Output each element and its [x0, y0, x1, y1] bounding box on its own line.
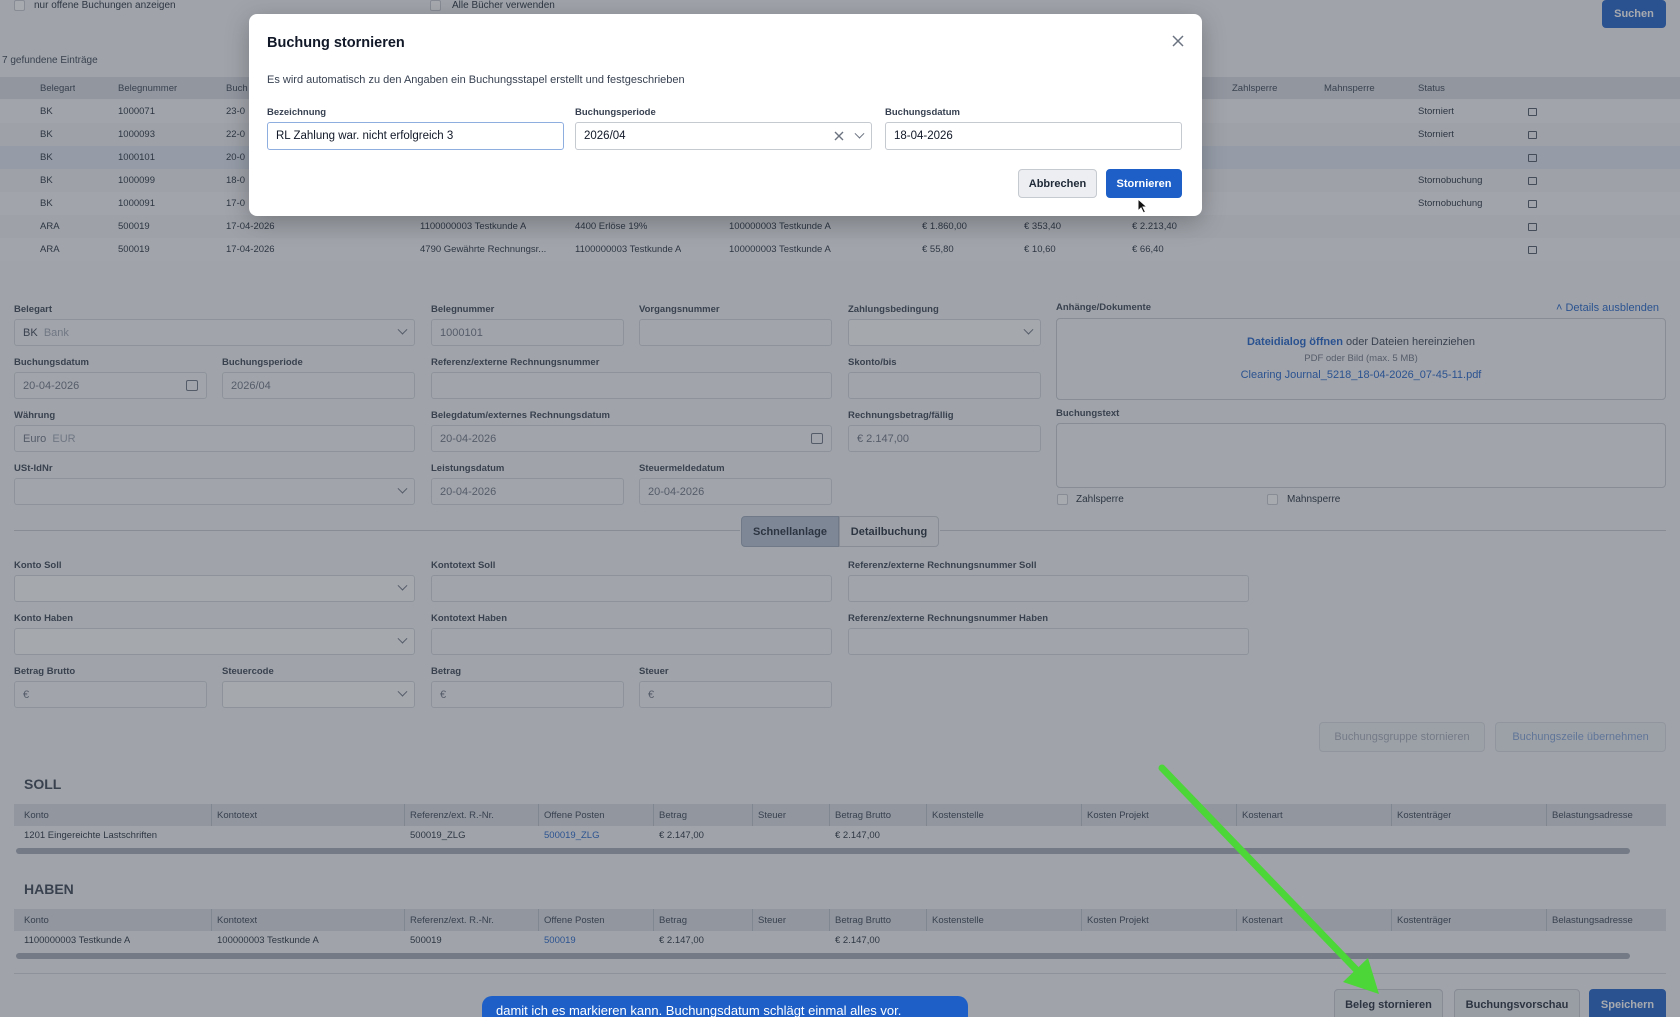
- close-icon[interactable]: [1171, 34, 1185, 48]
- confirm-storno-button[interactable]: Stornieren: [1106, 169, 1182, 198]
- video-caption: damit ich es markieren kann. Buchungsdat…: [482, 996, 968, 1017]
- datum-input[interactable]: 18-04-2026: [885, 122, 1182, 150]
- clear-icon[interactable]: [834, 131, 844, 141]
- storno-dialog: Buchung stornieren Es wird automatisch z…: [249, 14, 1202, 216]
- datum-label: Buchungsdatum: [885, 107, 960, 118]
- chevron-down-icon[interactable]: [854, 128, 865, 139]
- dialog-description: Es wird automatisch zu den Angaben ein B…: [267, 74, 685, 86]
- mouse-cursor-icon: [1137, 198, 1149, 214]
- dialog-title: Buchung stornieren: [267, 35, 405, 51]
- bezeichnung-input[interactable]: RL Zahlung war. nicht erfolgreich 3: [267, 122, 564, 150]
- periode-label: Buchungsperiode: [575, 107, 656, 118]
- periode-value: 2026/04: [584, 130, 626, 142]
- datum-value: 18-04-2026: [894, 130, 953, 142]
- periode-select[interactable]: 2026/04: [575, 122, 872, 150]
- bezeichnung-value: RL Zahlung war. nicht erfolgreich 3: [276, 130, 454, 142]
- bezeichnung-label: Bezeichnung: [267, 107, 327, 118]
- annotation-arrow-icon: [1158, 764, 1379, 994]
- cancel-button[interactable]: Abbrechen: [1018, 169, 1097, 198]
